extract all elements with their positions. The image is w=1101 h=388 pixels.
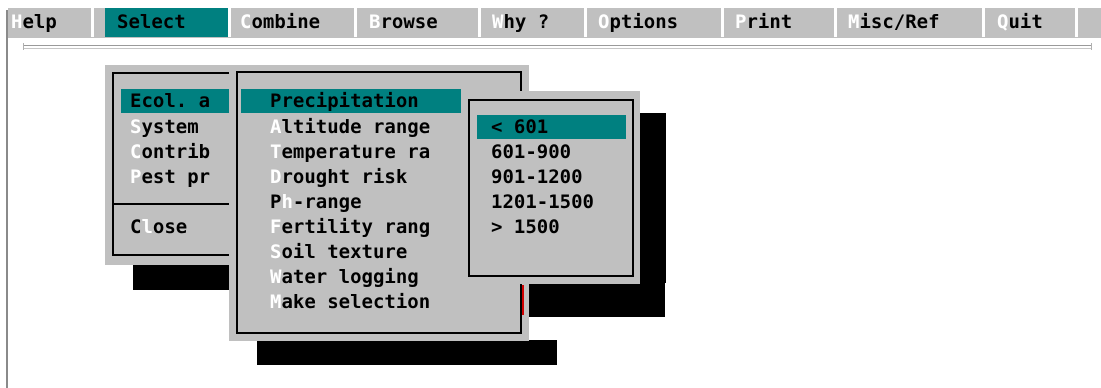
menu-label: elect bbox=[128, 11, 186, 33]
select-item-system[interactable]: System bbox=[130, 115, 199, 139]
menu-hotkey: M bbox=[848, 11, 860, 33]
select-item-ecol[interactable]: Ecol. a bbox=[121, 89, 233, 113]
menu-select[interactable]: Select bbox=[105, 8, 228, 37]
menu-hotkey: C bbox=[240, 11, 252, 33]
menu-hotkey: B bbox=[369, 11, 381, 33]
menu-hotkey: O bbox=[598, 11, 610, 33]
menu-hotkey: P bbox=[735, 11, 747, 33]
menu-combine[interactable]: Combine bbox=[231, 8, 354, 37]
screen-left-border bbox=[6, 10, 8, 388]
item-label: -range bbox=[292, 191, 362, 213]
menu-label: uit bbox=[1008, 11, 1043, 33]
ecol-item-soil-texture[interactable]: Soil texture bbox=[270, 240, 407, 264]
menu-separator bbox=[1075, 8, 1078, 37]
precip-option-1[interactable]: 601-900 bbox=[491, 140, 571, 164]
select-menu-divider bbox=[113, 203, 233, 205]
ecol-item-ph-range[interactable]: Ph-range bbox=[270, 190, 362, 214]
ecol-item-altitude[interactable]: Altitude range bbox=[270, 115, 430, 139]
item-label: C bbox=[130, 216, 142, 238]
item-hotkey: l bbox=[141, 216, 153, 238]
menu-label: rowse bbox=[380, 11, 438, 33]
menu-label: ombine bbox=[251, 11, 321, 33]
ecol-item-make-selection[interactable]: Make selection bbox=[270, 290, 430, 314]
menu-label: rint bbox=[746, 11, 793, 33]
rule-cap-right bbox=[1091, 43, 1092, 50]
item-label: oil texture bbox=[281, 241, 408, 263]
ecol-item-precipitation[interactable]: Precipitation bbox=[241, 89, 461, 113]
menu-browse[interactable]: Browse bbox=[357, 8, 478, 37]
item-label: rought risk bbox=[281, 166, 408, 188]
item-label: ystem bbox=[141, 116, 199, 138]
item-label: ake selection bbox=[281, 291, 431, 313]
precip-option-2[interactable]: 901-1200 bbox=[491, 165, 583, 189]
menu-label: ptions bbox=[609, 11, 679, 33]
close-menu-item[interactable]: Close bbox=[130, 215, 187, 239]
item-label: ose bbox=[152, 216, 188, 238]
select-menu-shadow bbox=[133, 265, 233, 290]
item-hotkey: C bbox=[130, 141, 142, 163]
item-hotkey: A bbox=[270, 116, 282, 138]
item-hotkey: M bbox=[270, 291, 282, 313]
precip-option-3[interactable]: 1201-1500 bbox=[491, 190, 594, 214]
menu-misc-ref[interactable]: Misc/Ref bbox=[837, 8, 982, 37]
item-hotkey: F bbox=[270, 216, 282, 238]
menu-options[interactable]: Options bbox=[587, 8, 721, 37]
item-label: Precipitation bbox=[270, 90, 419, 112]
menu-hotkey: S bbox=[117, 11, 129, 33]
item-label: P bbox=[270, 191, 282, 213]
ecol-item-drought[interactable]: Drought risk bbox=[270, 165, 407, 189]
menu-why[interactable]: Why ? bbox=[481, 8, 584, 37]
menu-help[interactable]: Help bbox=[8, 8, 91, 37]
precip-option-4[interactable]: > 1500 bbox=[491, 215, 560, 239]
option-label: 1201-1500 bbox=[491, 191, 594, 213]
menu-hotkey: H bbox=[11, 11, 23, 33]
red-cursor-mark bbox=[522, 285, 524, 315]
ecol-item-water-logging[interactable]: Water logging bbox=[270, 265, 419, 289]
item-hotkey: S bbox=[270, 241, 282, 263]
ecol-menu-shadow bbox=[257, 340, 557, 365]
option-label: 901-1200 bbox=[491, 166, 583, 188]
item-hotkey: W bbox=[270, 266, 282, 288]
ecol-item-fertility[interactable]: Fertility rang bbox=[270, 215, 430, 239]
item-label: Ecol. a bbox=[130, 90, 211, 112]
item-hotkey: h bbox=[281, 191, 293, 213]
item-label: est pr bbox=[141, 166, 211, 188]
precip-menu-shadow-right bbox=[640, 113, 666, 283]
item-label: ltitude range bbox=[281, 116, 431, 138]
menu-bar-rule bbox=[24, 45, 1092, 49]
item-hotkey: P bbox=[130, 166, 142, 188]
select-item-contrib[interactable]: Contrib bbox=[130, 140, 210, 164]
menu-quit[interactable]: Quit bbox=[985, 8, 1075, 37]
menu-label: hy ? bbox=[503, 11, 550, 33]
menu-gap bbox=[94, 8, 97, 37]
menu-hotkey: W bbox=[492, 11, 504, 33]
ecol-item-temperature[interactable]: Temperature ra bbox=[270, 140, 430, 164]
item-hotkey: T bbox=[270, 141, 282, 163]
option-label: > 1500 bbox=[491, 216, 560, 238]
option-label: 601-900 bbox=[491, 141, 572, 163]
menu-hotkey: Q bbox=[997, 11, 1009, 33]
menu-label: isc/Ref bbox=[859, 11, 940, 33]
item-label: ontrib bbox=[141, 141, 211, 163]
item-hotkey: S bbox=[130, 116, 142, 138]
menu-print[interactable]: Print bbox=[724, 8, 834, 37]
item-hotkey: D bbox=[270, 166, 282, 188]
menu-label: elp bbox=[22, 11, 57, 33]
select-item-pest[interactable]: Pest pr bbox=[130, 165, 210, 189]
item-label: ater logging bbox=[281, 266, 419, 288]
precip-option-0[interactable]: < 601 bbox=[477, 115, 626, 139]
item-label: ertility rang bbox=[281, 216, 431, 238]
option-label: < 601 bbox=[491, 116, 549, 138]
item-label: emperature ra bbox=[281, 141, 431, 163]
